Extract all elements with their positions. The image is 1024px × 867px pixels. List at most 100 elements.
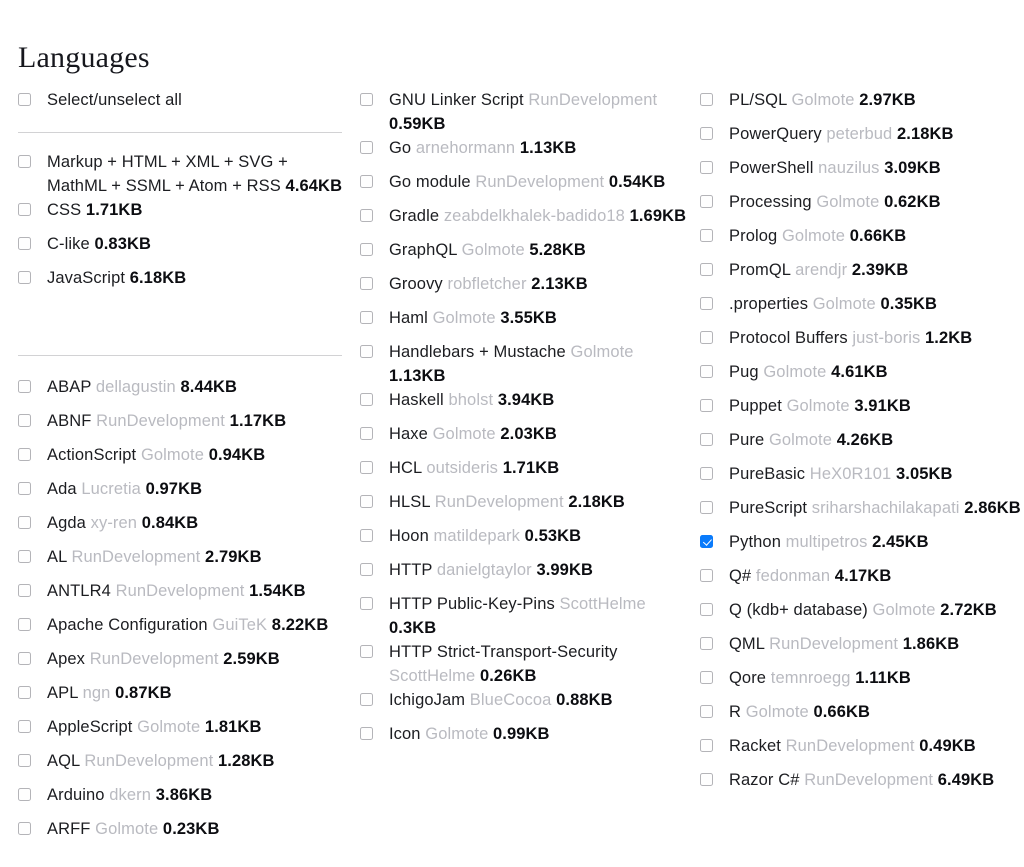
language-label-haxe[interactable]: Haxe Golmote 2.03KB	[389, 422, 557, 446]
language-row-haskell[interactable]: Haskell bholst 3.94KB	[360, 388, 690, 422]
language-row-al[interactable]: AL RunDevelopment 2.79KB	[18, 545, 348, 579]
language-row-go-module[interactable]: Go module RunDevelopment 0.54KB	[360, 170, 690, 204]
language-row-gnu-linker-script[interactable]: GNU Linker Script RunDevelopment 0.59KB	[360, 88, 690, 136]
checkbox-arduino[interactable]	[18, 788, 31, 801]
language-row-ada[interactable]: Ada Lucretia 0.97KB	[18, 477, 348, 511]
language-row-http[interactable]: HTTP danielgtaylor 3.99KB	[360, 558, 690, 592]
checkbox-qore[interactable]	[700, 671, 713, 684]
language-row-groovy[interactable]: Groovy robfletcher 2.13KB	[360, 272, 690, 306]
language-label-q[interactable]: Q# fedonman 4.17KB	[729, 564, 891, 588]
checkbox-promql[interactable]	[700, 263, 713, 276]
checkbox-abap[interactable]	[18, 380, 31, 393]
checkbox-groovy[interactable]	[360, 277, 373, 290]
language-row-qore[interactable]: Qore temnroegg 1.11KB	[700, 666, 1024, 700]
language-row-apache-configuration[interactable]: Apache Configuration GuiTeK 8.22KB	[18, 613, 348, 647]
checkbox-http-public-key-pins[interactable]	[360, 597, 373, 610]
language-row-racket[interactable]: Racket RunDevelopment 0.49KB	[700, 734, 1024, 768]
language-label-aql[interactable]: AQL RunDevelopment 1.28KB	[47, 749, 275, 773]
language-row-properties[interactable]: .properties Golmote 0.35KB	[700, 292, 1024, 326]
language-row-hcl[interactable]: HCL outsideris 1.71KB	[360, 456, 690, 490]
language-label-hoon[interactable]: Hoon matildepark 0.53KB	[389, 524, 581, 548]
checkbox-applescript[interactable]	[18, 720, 31, 733]
checkbox-css[interactable]	[18, 203, 31, 216]
language-row-pl-sql[interactable]: PL/SQL Golmote 2.97KB	[700, 88, 1024, 122]
language-row-pure[interactable]: Pure Golmote 4.26KB	[700, 428, 1024, 462]
checkbox-antlr4[interactable]	[18, 584, 31, 597]
language-label-pure[interactable]: Pure Golmote 4.26KB	[729, 428, 893, 452]
checkbox-abnf[interactable]	[18, 414, 31, 427]
language-row-processing[interactable]: Processing Golmote 0.62KB	[700, 190, 1024, 224]
language-row-go[interactable]: Go arnehormann 1.13KB	[360, 136, 690, 170]
language-label-processing[interactable]: Processing Golmote 0.62KB	[729, 190, 941, 214]
language-row-haml[interactable]: Haml Golmote 3.55KB	[360, 306, 690, 340]
checkbox-markup-html-xml-svg-mathml-ssml-atom-rss[interactable]	[18, 155, 31, 168]
select-all-checkbox[interactable]	[18, 93, 31, 106]
language-label-abnf[interactable]: ABNF RunDevelopment 1.17KB	[47, 409, 286, 433]
checkbox-protocol-buffers[interactable]	[700, 331, 713, 344]
checkbox-http-strict-transport-security[interactable]	[360, 645, 373, 658]
language-row-python[interactable]: Python multipetros 2.45KB	[700, 530, 1024, 564]
language-row-q[interactable]: Q# fedonman 4.17KB	[700, 564, 1024, 598]
checkbox-haml[interactable]	[360, 311, 373, 324]
checkbox-apex[interactable]	[18, 652, 31, 665]
language-label-al[interactable]: AL RunDevelopment 2.79KB	[47, 545, 262, 569]
checkbox-processing[interactable]	[700, 195, 713, 208]
language-label-purescript[interactable]: PureScript sriharshachilakapati 2.86KB	[729, 496, 1021, 520]
language-label-q-kdb-database[interactable]: Q (kdb+ database) Golmote 2.72KB	[729, 598, 997, 622]
language-label-graphql[interactable]: GraphQL Golmote 5.28KB	[389, 238, 586, 262]
language-label-purebasic[interactable]: PureBasic HeX0R101 3.05KB	[729, 462, 953, 486]
select-all-label[interactable]: Select/unselect all	[47, 88, 182, 112]
language-label-razor-c[interactable]: Razor C# RunDevelopment 6.49KB	[729, 768, 994, 792]
checkbox-qml[interactable]	[700, 637, 713, 650]
language-label-http-strict-transport-security[interactable]: HTTP Strict-Transport-Security ScottHelm…	[389, 640, 689, 688]
checkbox-gradle[interactable]	[360, 209, 373, 222]
checkbox-pl-sql[interactable]	[700, 93, 713, 106]
language-row-apex[interactable]: Apex RunDevelopment 2.59KB	[18, 647, 348, 681]
language-label-c-like[interactable]: C-like 0.83KB	[47, 232, 151, 256]
language-row-c-like[interactable]: C-like 0.83KB	[18, 232, 348, 266]
checkbox-al[interactable]	[18, 550, 31, 563]
language-label-markup-html-xml-svg-mathml-ssml-atom-rss[interactable]: Markup + HTML + XML + SVG + MathML + SSM…	[47, 150, 347, 198]
checkbox-actionscript[interactable]	[18, 448, 31, 461]
language-row-graphql[interactable]: GraphQL Golmote 5.28KB	[360, 238, 690, 272]
checkbox-puppet[interactable]	[700, 399, 713, 412]
language-label-go[interactable]: Go arnehormann 1.13KB	[389, 136, 576, 160]
language-row-pug[interactable]: Pug Golmote 4.61KB	[700, 360, 1024, 394]
checkbox-gnu-linker-script[interactable]	[360, 93, 373, 106]
language-label-applescript[interactable]: AppleScript Golmote 1.81KB	[47, 715, 261, 739]
language-label-python[interactable]: Python multipetros 2.45KB	[729, 530, 929, 554]
language-row-gradle[interactable]: Gradle zeabdelkhalek-badido18 1.69KB	[360, 204, 690, 238]
checkbox-ichigojam[interactable]	[360, 693, 373, 706]
language-label-javascript[interactable]: JavaScript 6.18KB	[47, 266, 186, 290]
checkbox-hoon[interactable]	[360, 529, 373, 542]
language-label-pl-sql[interactable]: PL/SQL Golmote 2.97KB	[729, 88, 916, 112]
language-row-powerquery[interactable]: PowerQuery peterbud 2.18KB	[700, 122, 1024, 156]
language-row-purebasic[interactable]: PureBasic HeX0R101 3.05KB	[700, 462, 1024, 496]
language-row-ichigojam[interactable]: IchigoJam BlueCocoa 0.88KB	[360, 688, 690, 722]
language-row-actionscript[interactable]: ActionScript Golmote 0.94KB	[18, 443, 348, 477]
checkbox-aql[interactable]	[18, 754, 31, 767]
language-row-protocol-buffers[interactable]: Protocol Buffers just-boris 1.2KB	[700, 326, 1024, 360]
language-row-apl[interactable]: APL ngn 0.87KB	[18, 681, 348, 715]
language-row-powershell[interactable]: PowerShell nauzilus 3.09KB	[700, 156, 1024, 190]
checkbox-graphql[interactable]	[360, 243, 373, 256]
language-row-hoon[interactable]: Hoon matildepark 0.53KB	[360, 524, 690, 558]
language-label-go-module[interactable]: Go module RunDevelopment 0.54KB	[389, 170, 665, 194]
language-row-http-public-key-pins[interactable]: HTTP Public-Key-Pins ScottHelme 0.3KB	[360, 592, 690, 640]
language-label-racket[interactable]: Racket RunDevelopment 0.49KB	[729, 734, 976, 758]
language-row-hlsl[interactable]: HLSL RunDevelopment 2.18KB	[360, 490, 690, 524]
language-label-pug[interactable]: Pug Golmote 4.61KB	[729, 360, 888, 384]
language-row-aql[interactable]: AQL RunDevelopment 1.28KB	[18, 749, 348, 783]
checkbox-apl[interactable]	[18, 686, 31, 699]
language-row-puppet[interactable]: Puppet Golmote 3.91KB	[700, 394, 1024, 428]
language-row-markup-html-xml-svg-mathml-ssml-atom-rss[interactable]: Markup + HTML + XML + SVG + MathML + SSM…	[18, 150, 348, 198]
language-label-properties[interactable]: .properties Golmote 0.35KB	[729, 292, 937, 316]
checkbox-ada[interactable]	[18, 482, 31, 495]
checkbox-javascript[interactable]	[18, 271, 31, 284]
checkbox-racket[interactable]	[700, 739, 713, 752]
language-label-qore[interactable]: Qore temnroegg 1.11KB	[729, 666, 911, 690]
language-label-powershell[interactable]: PowerShell nauzilus 3.09KB	[729, 156, 941, 180]
checkbox-handlebars-mustache[interactable]	[360, 345, 373, 358]
language-row-purescript[interactable]: PureScript sriharshachilakapati 2.86KB	[700, 496, 1024, 530]
language-row-qml[interactable]: QML RunDevelopment 1.86KB	[700, 632, 1024, 666]
